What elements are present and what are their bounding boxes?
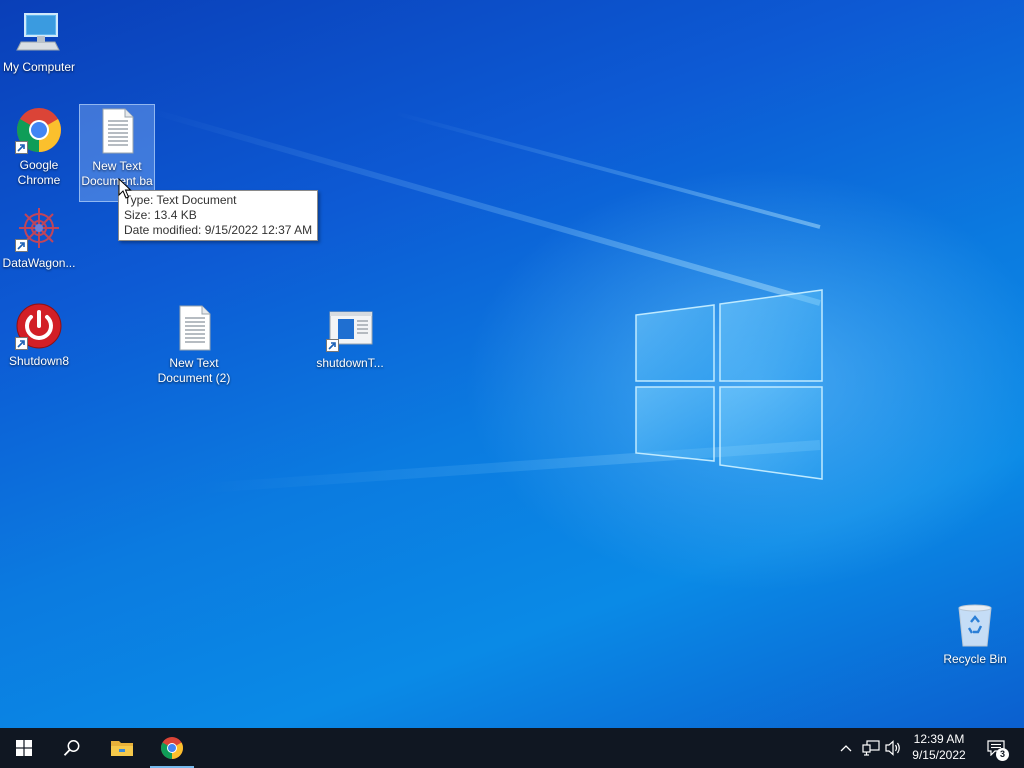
clock-time: 12:39 AM bbox=[913, 732, 965, 746]
tooltip-size: Size: 13.4 KB bbox=[124, 208, 197, 222]
tooltip-date-modified: Date modified: 9/15/2022 12:37 AM bbox=[124, 223, 313, 237]
taskbar: 12:39 AM 9/15/2022 3 bbox=[0, 728, 1024, 768]
desktop[interactable]: My Computer Google Chrome New Text Docum… bbox=[0, 0, 1024, 728]
desktop-icon-recycle-bin[interactable]: Recycle Bin bbox=[937, 598, 1013, 667]
shortcut-arrow-icon bbox=[326, 339, 339, 352]
desktop-icon-shutdownt[interactable]: shutdownT... bbox=[312, 302, 388, 371]
desktop-icon-google-chrome[interactable]: Google Chrome bbox=[1, 104, 77, 188]
desktop-icon-label: Google Chrome bbox=[17, 158, 61, 187]
taskbar-chrome[interactable] bbox=[148, 728, 196, 768]
shortcut-arrow-icon bbox=[15, 239, 28, 252]
tooltip-type: Type: Text Document bbox=[124, 193, 237, 207]
action-center-button[interactable]: 3 bbox=[972, 728, 1020, 768]
desktop-icon-label: Recycle Bin bbox=[943, 652, 1007, 666]
recycle-bin-icon bbox=[951, 600, 999, 648]
datawagon-icon bbox=[15, 204, 63, 252]
show-hidden-icons-button[interactable] bbox=[836, 738, 856, 758]
text-document-icon bbox=[93, 107, 141, 155]
taskbar-file-explorer[interactable] bbox=[98, 728, 146, 768]
network-button[interactable] bbox=[861, 738, 881, 758]
desktop-icon-label: My Computer bbox=[2, 60, 76, 74]
clock-date: 9/15/2022 bbox=[912, 748, 966, 762]
desktop-icon-label: shutdownT... bbox=[316, 356, 384, 370]
desktop-icon-label: Shutdown8 bbox=[8, 354, 70, 368]
wallpaper-beam bbox=[201, 440, 821, 494]
wallpaper-windows-logo bbox=[635, 289, 823, 480]
power-icon bbox=[15, 302, 63, 350]
desktop-icon-label: New Text Document (2) bbox=[157, 356, 231, 385]
chevron-up-icon bbox=[840, 745, 852, 752]
chrome-icon bbox=[15, 106, 63, 154]
desktop-icon-new-text-document[interactable]: New Text Document.ba bbox=[79, 104, 155, 202]
desktop-icon-datawagon[interactable]: DataWagon... bbox=[1, 202, 77, 271]
notification-count-badge: 3 bbox=[996, 748, 1009, 761]
chrome-icon bbox=[161, 737, 183, 759]
start-button[interactable] bbox=[0, 728, 48, 768]
desktop-icon-label: New Text Document.ba bbox=[81, 159, 153, 188]
volume-button[interactable] bbox=[884, 738, 904, 758]
windows-logo-icon bbox=[16, 740, 32, 756]
computer-icon bbox=[15, 8, 63, 56]
desktop-icon-label: DataWagon... bbox=[2, 256, 76, 270]
application-window-icon bbox=[326, 304, 374, 352]
search-button[interactable] bbox=[48, 728, 96, 768]
text-document-icon bbox=[170, 304, 218, 352]
shortcut-arrow-icon bbox=[15, 141, 28, 154]
taskbar-clock[interactable]: 12:39 AM 9/15/2022 bbox=[906, 731, 972, 763]
search-icon bbox=[63, 740, 80, 756]
file-info-tooltip: Type: Text Document Size: 13.4 KB Date m… bbox=[118, 190, 319, 241]
shortcut-arrow-icon bbox=[15, 337, 28, 350]
network-icon bbox=[862, 740, 880, 756]
desktop-icon-my-computer[interactable]: My Computer bbox=[1, 6, 77, 75]
speaker-icon bbox=[885, 740, 900, 756]
desktop-icon-shutdown8[interactable]: Shutdown8 bbox=[1, 300, 77, 369]
mouse-cursor-icon bbox=[118, 178, 132, 199]
wallpaper-beam bbox=[394, 111, 821, 229]
folder-icon bbox=[111, 741, 133, 756]
desktop-icon-new-text-document-2[interactable]: New Text Document (2) bbox=[156, 302, 232, 386]
